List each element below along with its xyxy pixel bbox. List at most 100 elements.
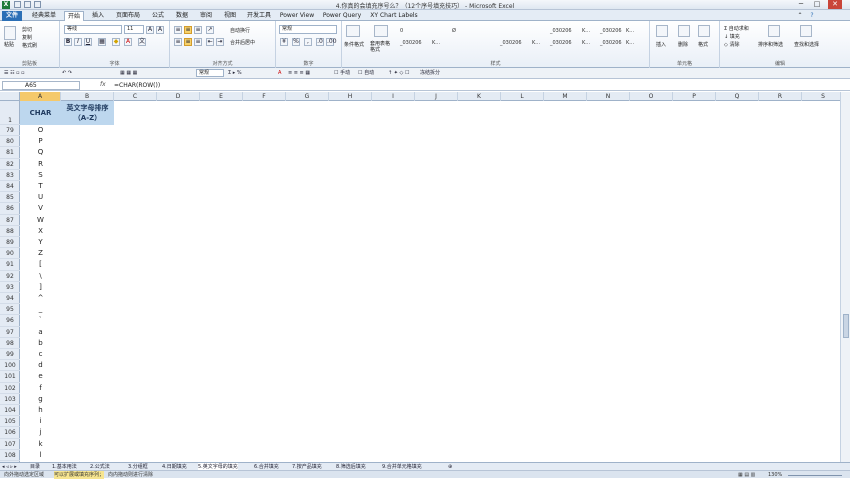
freeze-panes-button[interactable]: 冻结拆分 [420, 69, 440, 77]
percent-button[interactable]: % [292, 38, 300, 46]
tab-developer[interactable]: 开发工具 [244, 11, 274, 21]
align-right-icon[interactable]: ≡ [194, 38, 202, 46]
decrease-indent-icon[interactable]: ⇤ [206, 38, 214, 46]
insert-cells-icon[interactable] [656, 25, 668, 37]
row-header[interactable]: 80 [0, 136, 20, 148]
autosum-button[interactable]: Σ 自动求和 [724, 25, 749, 32]
char-cell[interactable]: Z [20, 248, 61, 259]
row-header[interactable]: 92 [0, 271, 20, 282]
scroll-thumb[interactable] [843, 314, 849, 338]
align-center-icon[interactable]: ≡ [184, 38, 192, 46]
style-cell[interactable]: K... [626, 25, 634, 37]
row-header[interactable]: 106 [0, 427, 20, 439]
sort-filter-icon[interactable] [768, 25, 780, 37]
char-cell[interactable]: k [20, 439, 61, 450]
shrink-font-icon[interactable]: A [156, 26, 164, 34]
paste-icon[interactable] [4, 26, 16, 40]
column-header[interactable]: S [802, 92, 845, 101]
row-header[interactable]: 88 [0, 226, 20, 237]
wrap-text-button[interactable]: 自动换行 [230, 27, 250, 34]
row-header[interactable]: 83 [0, 170, 20, 181]
char-cell[interactable]: \ [20, 271, 61, 282]
style-cell[interactable]: 0 [400, 25, 403, 37]
char-cell[interactable]: Y [20, 237, 61, 248]
find-select-button[interactable]: 查找和选择 [794, 41, 819, 48]
column-header[interactable]: L [501, 92, 544, 101]
char-cell[interactable]: O [20, 125, 61, 136]
char-cell[interactable]: b [20, 338, 61, 349]
help-icon[interactable]: ? [808, 11, 816, 21]
tab-page-layout[interactable]: 页面布局 [112, 11, 144, 21]
delete-cells-button[interactable]: 删除 [678, 41, 688, 48]
font-color-icon[interactable]: A [278, 69, 281, 77]
decrease-decimal-icon[interactable]: .00 [326, 38, 337, 46]
row-header[interactable]: 87 [0, 215, 20, 226]
char-cell[interactable]: g [20, 394, 61, 405]
orientation-icon[interactable]: ↗ [206, 26, 214, 34]
row-header[interactable]: 91 [0, 259, 20, 271]
font-color-icon[interactable]: A [124, 38, 132, 46]
row-header[interactable]: 108 [0, 450, 20, 461]
column-header[interactable]: F [243, 92, 286, 101]
style-cell[interactable]: _030206 [400, 37, 422, 49]
currency-icon[interactable]: ¥ [280, 38, 288, 46]
char-cell[interactable]: T [20, 181, 61, 192]
find-select-icon[interactable] [800, 25, 812, 37]
tab-power-query[interactable]: Power Query [320, 11, 364, 21]
fill-color-icon[interactable]: ◆ [112, 38, 120, 46]
char-cell[interactable]: c [20, 349, 61, 360]
char-cell[interactable]: [ [20, 259, 61, 270]
row-header[interactable]: 96 [0, 315, 20, 327]
copy-button[interactable]: 复制 [22, 34, 32, 41]
align-top-icon[interactable]: ≡ [174, 26, 182, 34]
char-cell[interactable]: j [20, 427, 61, 438]
style-cell[interactable]: Ø [452, 25, 456, 37]
row-header[interactable]: 85 [0, 192, 20, 204]
close-button[interactable]: ✕ [828, 0, 842, 9]
char-cell[interactable]: X [20, 226, 61, 237]
header-cell-letter-sort[interactable]: 英文字母排序（A-Z） [61, 101, 114, 125]
header-cell-char[interactable]: CHAR [20, 101, 61, 125]
italic-button[interactable]: I [74, 38, 82, 46]
column-header[interactable]: K [458, 92, 501, 101]
cut-button[interactable]: 剪切 [22, 26, 32, 33]
format-painter-button[interactable]: 格式刷 [22, 42, 37, 49]
align-tools-icon[interactable]: ≡ ≡ ≡ ▦ [288, 69, 310, 77]
minimize-ribbon-icon[interactable]: ⌃ [796, 11, 804, 21]
format-cells-button[interactable]: 格式 [698, 41, 708, 48]
tab-file[interactable]: 文件 [2, 11, 22, 21]
sum-icon[interactable]: Σ ▸ % [228, 69, 242, 77]
char-cell[interactable]: R [20, 159, 61, 170]
paste-button[interactable]: 粘贴 [4, 41, 14, 48]
style-cell[interactable]: K... [582, 25, 590, 37]
char-cell[interactable]: W [20, 215, 61, 226]
style-cell[interactable]: K... [582, 37, 590, 49]
row-header[interactable]: 98 [0, 338, 20, 349]
row-header[interactable]: 86 [0, 203, 20, 215]
row-header[interactable]: 84 [0, 181, 20, 193]
tab-formulas[interactable]: 公式 [148, 11, 168, 21]
column-header[interactable]: M [544, 92, 587, 101]
column-header[interactable]: G [286, 92, 329, 101]
tab-classic-menu[interactable]: 经典菜单 [28, 11, 60, 21]
conditional-format-icon[interactable] [346, 25, 360, 37]
char-cell[interactable]: ^ [20, 293, 61, 304]
increase-indent-icon[interactable]: ⇥ [216, 38, 224, 46]
row-header[interactable]: 89 [0, 237, 20, 249]
grow-font-icon[interactable]: A [146, 26, 154, 34]
column-header[interactable]: I [372, 92, 415, 101]
column-header[interactable]: B [61, 92, 114, 101]
insert-function-icon[interactable]: fx [100, 81, 106, 88]
column-header[interactable]: C [114, 92, 157, 101]
row-header[interactable]: 1 [0, 101, 20, 125]
style-cell[interactable]: _030206 [600, 37, 622, 49]
format-as-table-icon[interactable] [374, 25, 388, 37]
nav-arrows-icon[interactable]: ↑ ✦ ◇ ☐ [388, 69, 409, 77]
minimize-button[interactable]: ─ [794, 0, 808, 9]
number-format-select[interactable]: 常规 [279, 25, 337, 34]
align-middle-icon[interactable]: ≡ [184, 26, 192, 34]
style-cell[interactable]: K... [626, 37, 634, 49]
row-header[interactable]: 103 [0, 394, 20, 405]
bold-button[interactable]: B [64, 38, 72, 46]
vertical-scrollbar[interactable] [840, 92, 850, 462]
